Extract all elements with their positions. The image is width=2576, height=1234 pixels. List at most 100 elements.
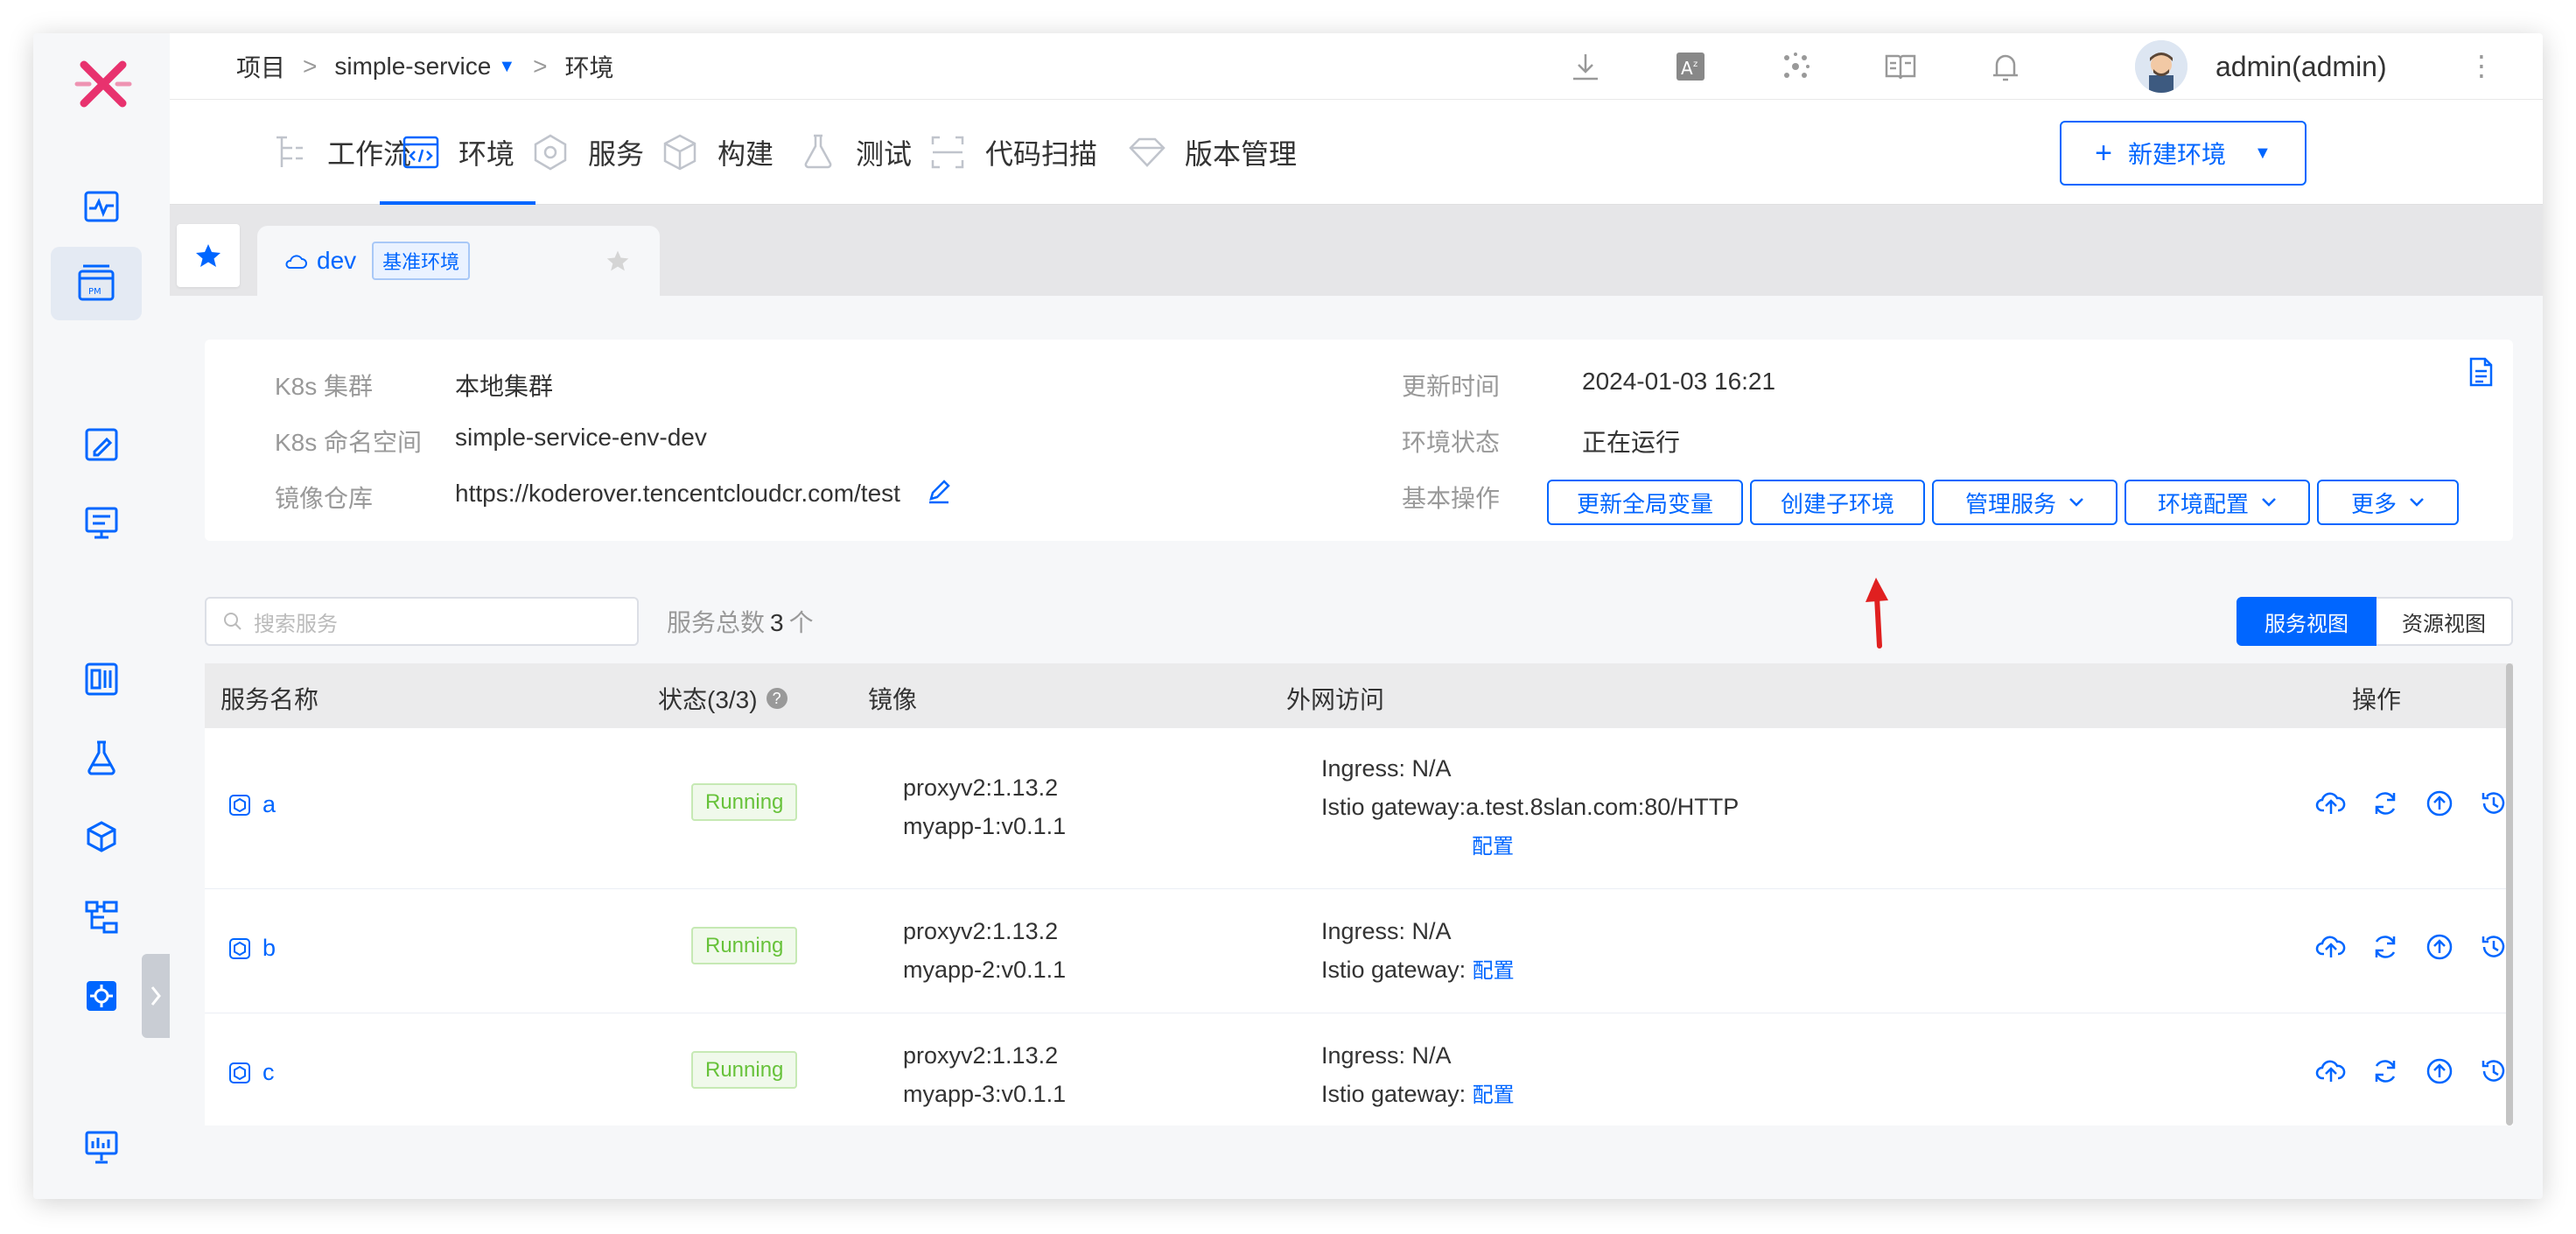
test-flask-icon[interactable] [68, 725, 135, 791]
service-link-c[interactable]: c [228, 1059, 275, 1086]
service-link-b[interactable]: b [228, 935, 276, 962]
col-external-access: 外网访问 [1286, 686, 1385, 713]
history-icon[interactable] [2478, 1055, 2510, 1087]
service-cube-icon [229, 1062, 250, 1083]
image-name: proxyv2:1.13.2 [903, 1042, 1059, 1069]
more-vertical-icon[interactable]: ⋮ [2468, 49, 2496, 82]
cluster-icon[interactable] [1778, 49, 1813, 84]
update-global-vars-button[interactable]: 更新全局变量 [1547, 480, 1743, 525]
config-link[interactable]: 配置 [1473, 1083, 1515, 1107]
caret-down-icon: ▼ [498, 56, 516, 76]
cloud-icon [285, 255, 307, 269]
table-row: b Running proxyv2:1.13.2 myapp-2:v0.1.1 … [205, 889, 2513, 1013]
status-running-label: Running [691, 783, 798, 821]
history-icon[interactable] [2478, 788, 2510, 819]
create-sub-env-label: 创建子环境 [1780, 490, 1894, 517]
total-count: 3 [770, 609, 784, 636]
avatar [2135, 40, 2188, 93]
refresh-icon[interactable] [2370, 931, 2401, 963]
resource-view-button[interactable]: 资源视图 [2376, 597, 2513, 646]
image-name: proxyv2:1.13.2 [903, 775, 1059, 801]
favorites-star-button[interactable] [177, 224, 240, 287]
refresh-icon[interactable] [2370, 1055, 2401, 1087]
package-icon[interactable] [68, 805, 135, 872]
user-menu[interactable]: admin(admin) [2135, 40, 2387, 93]
tab-code-scan[interactable]: 代码扫描 [928, 100, 1097, 205]
service-view-button[interactable]: 服务视图 [2236, 597, 2376, 646]
registry-label: 镜像仓库 [275, 485, 374, 512]
row-actions [2315, 1055, 2510, 1087]
manage-services-label: 管理服务 [1964, 490, 2056, 517]
config-link[interactable]: 配置 [1472, 835, 1514, 859]
external-access: Ingress: N/A Istio gateway: 配置 [1321, 1036, 1515, 1115]
upgrade-circle-icon[interactable] [2424, 931, 2455, 963]
top-bar: 项目 > simple-service ▼ > 环境 A z admin(adm… [170, 33, 2543, 100]
presentation-chart-icon[interactable] [68, 1113, 135, 1180]
create-sub-env-button[interactable]: 创建子环境 [1750, 480, 1925, 525]
base-env-badge: 基准环境 [372, 242, 471, 280]
edit-document-icon[interactable] [68, 411, 135, 478]
download-icon[interactable] [1568, 49, 1603, 84]
col-actions: 操作 [2352, 686, 2402, 713]
service-link-a[interactable]: a [228, 791, 276, 818]
tab-test-label: 测试 [856, 138, 913, 170]
table-scrollbar[interactable] [2506, 663, 2513, 1125]
k8s-namespace-value: simple-service-env-dev [455, 424, 707, 451]
release-icon[interactable] [68, 490, 135, 557]
manage-services-button[interactable]: 管理服务 [1932, 480, 2118, 525]
row-actions [2315, 788, 2510, 819]
image-name: myapp-3:v0.1.1 [903, 1081, 1067, 1107]
star-icon[interactable] [606, 249, 630, 273]
breadcrumb-service-select[interactable]: simple-service ▼ [334, 53, 515, 81]
istio-label: Istio gateway: [1321, 957, 1466, 983]
search-placeholder: 搜索服务 [254, 612, 338, 636]
translate-icon[interactable]: A z [1673, 49, 1708, 84]
status-badge: Running [691, 783, 798, 821]
sidebar-expand-toggle[interactable] [142, 954, 170, 1038]
upload-cloud-icon[interactable] [2315, 931, 2347, 963]
bell-icon[interactable] [1988, 49, 2023, 84]
breadcrumb-project[interactable]: 项目 [236, 49, 285, 84]
tab-version-label: 版本管理 [1185, 138, 1298, 170]
docs-book-icon[interactable] [1883, 49, 1918, 84]
ingress-value: Ingress: N/A [1321, 755, 1452, 782]
workflow-icon [276, 136, 303, 167]
new-environment-button[interactable]: + 新建环境 ▼ [2060, 121, 2306, 186]
help-icon[interactable]: ? [766, 688, 788, 709]
history-icon[interactable] [2478, 931, 2510, 963]
upload-cloud-icon[interactable] [2315, 1055, 2347, 1087]
tab-build[interactable]: 构建 [660, 100, 774, 205]
project-manager-icon[interactable]: PM [51, 247, 142, 320]
k8s-namespace-label: K8s 命名空间 [275, 429, 423, 456]
breadcrumb-separator: > [533, 53, 548, 80]
env-config-button[interactable]: 环境配置 [2124, 480, 2310, 525]
status-running-label: Running [691, 927, 798, 964]
edit-pencil-icon[interactable] [924, 476, 954, 506]
more-button[interactable]: 更多 [2317, 480, 2459, 525]
ingress-value: Ingress: N/A [1321, 1042, 1452, 1069]
diamond-icon [1129, 137, 1166, 167]
refresh-icon[interactable] [2370, 788, 2401, 819]
service-search-input[interactable]: 搜索服务 [205, 597, 639, 646]
tab-environment[interactable]: 环境 [379, 100, 536, 205]
monitor-pulse-icon[interactable] [68, 173, 135, 240]
document-icon[interactable] [2468, 357, 2494, 387]
upgrade-circle-icon[interactable] [2424, 788, 2455, 819]
pipeline-tree-icon[interactable] [68, 884, 135, 950]
istio-label: Istio gateway: [1321, 794, 1466, 820]
svg-text:PM: PM [88, 287, 102, 297]
tab-service[interactable]: 服务 [530, 100, 644, 205]
upgrade-circle-icon[interactable] [2424, 1055, 2455, 1087]
sidebar: PM [33, 33, 170, 1199]
zadig-logo-icon[interactable] [72, 53, 135, 116]
env-tab-dev[interactable]: dev 基准环境 [257, 226, 660, 296]
upload-cloud-icon[interactable] [2315, 788, 2347, 819]
dashboard-icon[interactable] [68, 646, 135, 712]
tab-workflow[interactable]: 工作流 [270, 100, 411, 205]
tab-version[interactable]: 版本管理 [1127, 100, 1297, 205]
tab-test[interactable]: 测试 [798, 100, 912, 205]
config-link[interactable]: 配置 [1473, 959, 1515, 983]
settings-gear-icon[interactable] [68, 963, 135, 1029]
breadcrumb-service-label: simple-service [334, 53, 492, 80]
scan-icon [931, 136, 964, 169]
